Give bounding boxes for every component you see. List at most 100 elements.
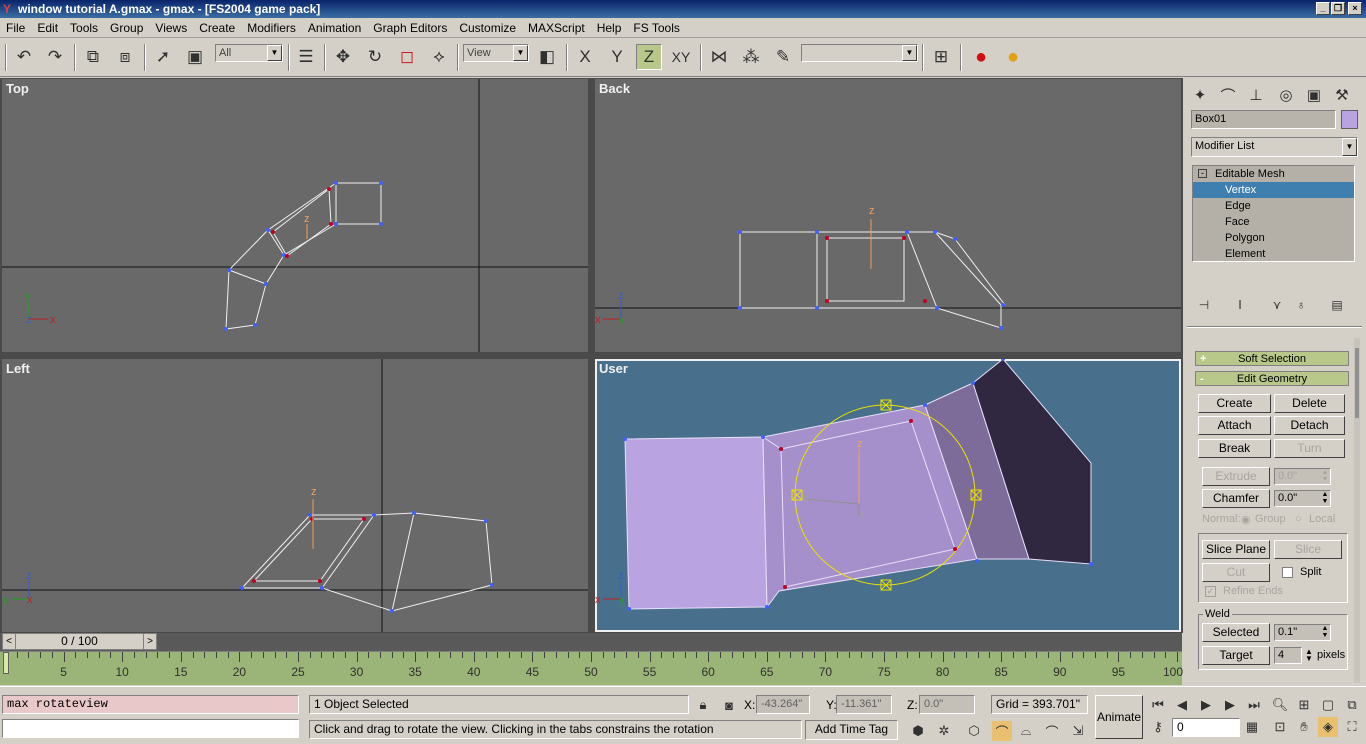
make-unique-icon[interactable]: ⋎ <box>1266 294 1288 316</box>
close-icon[interactable]: × <box>1348 2 1362 15</box>
reference-coordinate-dropdown[interactable]: View ▼ <box>463 44 529 62</box>
time-slider-track[interactable] <box>0 633 1182 651</box>
next-frame-icon[interactable]: ▶ <box>1220 695 1240 715</box>
time-prev-button[interactable]: < <box>3 634 16 649</box>
hierarchy-panel-icon[interactable]: ⊥ <box>1243 82 1269 108</box>
soft-selection-rollout[interactable]: + Soft Selection <box>1195 351 1349 366</box>
maxscript-listener-field[interactable]: max rotateview <box>2 695 299 714</box>
axis-xy-button[interactable]: XY <box>668 44 694 70</box>
show-end-result-icon[interactable]: Ⅰ <box>1229 294 1251 316</box>
angle-snap-icon[interactable]: ⌒ <box>992 721 1012 741</box>
redo-icon[interactable]: ↷ <box>42 44 68 70</box>
stack-item-vertex[interactable]: Vertex <box>1193 182 1354 198</box>
turn-button[interactable]: Turn <box>1274 439 1345 458</box>
percent-snap-icon[interactable]: ⌓ <box>1016 721 1036 741</box>
zoom-icon[interactable]: 🔍︎ <box>1270 695 1290 715</box>
cut-button[interactable]: Cut <box>1202 563 1270 582</box>
track-bar[interactable]: 5 10 15 20 25 30 35 40 45 50 55 60 65 70 75 80 85 90 95 100 <box>0 651 1183 685</box>
slice-button[interactable]: Slice <box>1274 540 1342 559</box>
viewport-shading-icon[interactable]: ⬢ <box>908 721 928 741</box>
attach-button[interactable]: Attach <box>1198 416 1271 435</box>
unlink-icon[interactable]: ⧈ <box>112 44 138 70</box>
render-icon[interactable]: ● <box>968 44 994 70</box>
viewport-label-top[interactable]: Top <box>6 81 29 96</box>
menu-file[interactable]: File <box>0 18 31 38</box>
array-icon[interactable]: ⁂ <box>738 44 764 70</box>
mirror-icon[interactable]: ⋈ <box>706 44 732 70</box>
viewport-user[interactable]: z x y z x y User <box>595 359 1181 632</box>
axis-x-button[interactable]: X <box>572 44 598 70</box>
axis-z-button[interactable]: Z <box>636 44 662 70</box>
weld-threshold-spinner[interactable]: 0.1" ▲ ▼ <box>1274 624 1331 641</box>
stack-item-face[interactable]: Face <box>1193 214 1354 230</box>
menu-edit[interactable]: Edit <box>31 18 64 38</box>
pin-stack-icon[interactable]: ⊣ <box>1193 294 1215 316</box>
configure-sets-icon[interactable]: ▤ <box>1326 294 1348 316</box>
zoom-all-icon[interactable]: ⊞ <box>1294 695 1314 715</box>
rotate-icon[interactable]: ↻ <box>362 44 388 70</box>
remove-modifier-icon[interactable]: ♁ <box>1290 294 1312 316</box>
spinner-snap-icon[interactable]: ⌒ <box>1042 721 1062 741</box>
motion-panel-icon[interactable]: ◎ <box>1273 82 1299 108</box>
go-to-start-icon[interactable]: ⏮ <box>1148 695 1168 715</box>
chamfer-amount-spinner[interactable]: 0.0" ▲ ▼ <box>1274 490 1331 507</box>
region-zoom-icon[interactable]: ⊡ <box>1270 717 1290 737</box>
menu-views[interactable]: Views <box>149 18 193 38</box>
time-config-icon[interactable]: ▦ <box>1242 717 1262 737</box>
time-next-button[interactable]: > <box>143 634 156 649</box>
spinner-arrows-icon[interactable]: ▲ ▼ <box>1305 648 1313 663</box>
arc-rotate-icon[interactable]: ◈ <box>1318 717 1338 737</box>
y-coord-field[interactable]: -11.361" <box>836 695 892 714</box>
restore-icon[interactable]: ❐ <box>1331 2 1345 15</box>
break-button[interactable]: Break <box>1198 439 1271 458</box>
object-color-swatch[interactable] <box>1341 110 1358 129</box>
slice-plane-button[interactable]: Slice Plane <box>1202 540 1270 559</box>
extrude-button[interactable]: Extrude <box>1202 467 1270 486</box>
previous-frame-icon[interactable]: ◀ <box>1172 695 1192 715</box>
modifier-list-dropdown[interactable]: Modifier List ▼ <box>1191 137 1358 157</box>
menu-maxscript[interactable]: MAXScript <box>522 18 591 38</box>
lock-selection-icon[interactable]: 🔒︎ <box>693 695 713 715</box>
z-coord-field[interactable]: 0.0" <box>919 695 975 714</box>
maximize-viewport-icon[interactable]: ⛶ <box>1342 717 1362 737</box>
object-name-field[interactable]: Box01 <box>1191 110 1336 129</box>
undo-icon[interactable]: ↶ <box>11 44 37 70</box>
absolute-mode-icon[interactable]: ◙ <box>719 695 739 715</box>
create-button[interactable]: Create <box>1198 394 1271 413</box>
stack-item-element[interactable]: Element <box>1193 246 1354 262</box>
viewport-back[interactable]: z z x y Back <box>595 79 1181 352</box>
menu-group[interactable]: Group <box>104 18 149 38</box>
weld-selected-button[interactable]: Selected <box>1202 623 1270 642</box>
time-slider[interactable]: 0 / 100 < > <box>2 633 157 650</box>
minimize-icon[interactable]: _ <box>1316 2 1330 15</box>
eraser-icon[interactable]: ✎ <box>770 44 796 70</box>
snap-icon[interactable]: ⟡ <box>426 44 452 70</box>
utilities-panel-icon[interactable]: ⚒ <box>1329 82 1355 108</box>
pan-icon[interactable]: ✋︎ <box>1294 717 1314 737</box>
viewport-top[interactable]: z y x z Top <box>2 79 588 352</box>
box-mode-icon[interactable]: ⬡ <box>964 721 984 741</box>
current-frame-field[interactable]: 0 <box>1172 718 1240 737</box>
viewport-label-back[interactable]: Back <box>599 81 630 96</box>
split-checkbox[interactable] <box>1282 567 1293 578</box>
stack-item-edge[interactable]: Edge <box>1193 198 1354 214</box>
detach-button[interactable]: Detach <box>1274 416 1345 435</box>
move-icon[interactable]: ✥ <box>330 44 356 70</box>
viewport-label-left[interactable]: Left <box>6 361 30 376</box>
play-icon[interactable]: ▶ <box>1196 695 1216 715</box>
region-select-icon[interactable]: ▣ <box>182 44 208 70</box>
go-to-end-icon[interactable]: ⏭ <box>1244 695 1264 715</box>
menu-create[interactable]: Create <box>193 18 241 38</box>
radio-normal-local-icon[interactable]: ○ <box>1295 513 1302 525</box>
menu-graph-editors[interactable]: Graph Editors <box>367 18 453 38</box>
stack-item-polygon[interactable]: Polygon <box>1193 230 1354 246</box>
snap-toggle-icon[interactable]: ✲ <box>934 721 954 741</box>
refine-ends-checkbox[interactable]: ✓ <box>1205 586 1216 597</box>
modify-panel-icon[interactable]: ⌒ <box>1215 82 1241 108</box>
current-frame-marker[interactable] <box>3 652 9 674</box>
axis-y-button[interactable]: Y <box>604 44 630 70</box>
stack-item-editable-mesh[interactable]: - Editable Mesh <box>1193 166 1354 182</box>
radio-normal-group-icon[interactable]: ◉ <box>1241 513 1251 526</box>
viewport-label-user[interactable]: User <box>599 361 628 376</box>
chamfer-button[interactable]: Chamfer <box>1202 489 1270 508</box>
